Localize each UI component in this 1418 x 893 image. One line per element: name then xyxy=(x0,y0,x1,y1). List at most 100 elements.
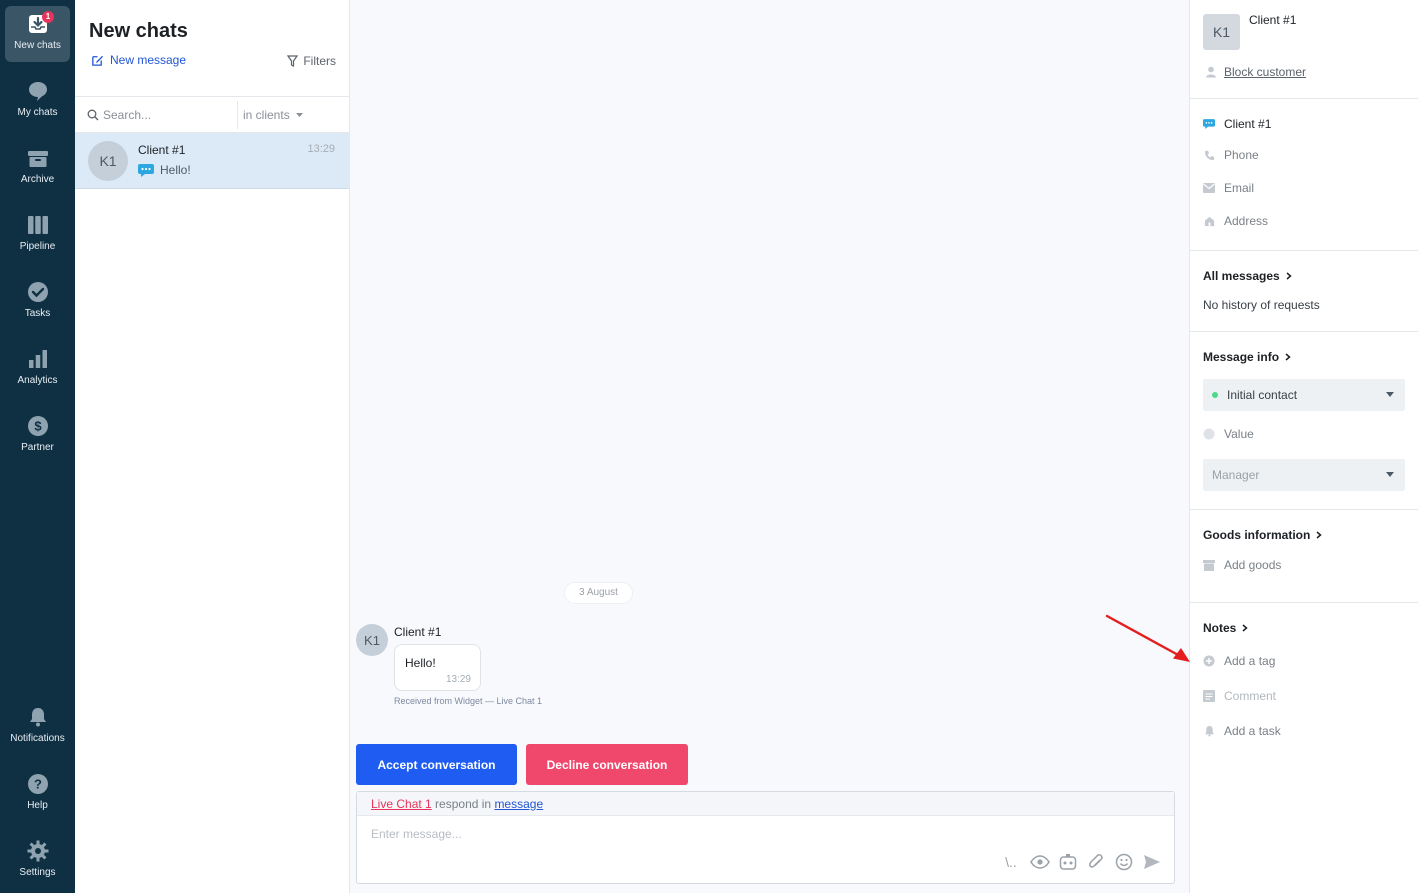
nav-item-analytics[interactable]: Analytics xyxy=(5,341,70,397)
no-history-text: No history of requests xyxy=(1203,298,1320,312)
new-message-label: New message xyxy=(110,53,187,67)
section-title: Goods information xyxy=(1203,528,1311,542)
nav-item-label: Archive xyxy=(20,174,55,185)
search-scope-dropdown[interactable]: in clients xyxy=(237,101,303,129)
nav-item-my-chats[interactable]: My chats xyxy=(5,73,70,129)
new-message-button[interactable]: New message xyxy=(91,53,186,67)
nav-item-pipeline[interactable]: Pipeline xyxy=(5,207,70,263)
section-title: Message info xyxy=(1203,350,1280,364)
filter-icon xyxy=(287,55,299,67)
filters-button[interactable]: Filters xyxy=(287,54,336,68)
email-field[interactable]: Email xyxy=(1203,181,1254,195)
nav-item-label: Pipeline xyxy=(19,241,56,252)
search-icon xyxy=(87,109,99,121)
all-messages-header[interactable]: All messages xyxy=(1203,269,1292,283)
nav-item-notifications[interactable]: Notifications xyxy=(5,699,70,755)
nav-item-label: Settings xyxy=(19,867,56,878)
svg-text:?: ? xyxy=(34,777,42,792)
pipeline-icon xyxy=(27,216,48,234)
search-scope-label: in clients xyxy=(243,108,290,122)
chat-time: 13:29 xyxy=(307,143,335,155)
chat-list-panel: New chats New message Filters in clients xyxy=(75,0,350,893)
attach-button[interactable] xyxy=(1086,852,1106,872)
phone-label: Phone xyxy=(1224,148,1259,162)
add-goods-button[interactable]: Add goods xyxy=(1203,558,1281,572)
phone-field[interactable]: Phone xyxy=(1203,148,1259,162)
chevron-down-icon xyxy=(1386,392,1394,397)
templates-button[interactable]: \.. xyxy=(1000,852,1022,872)
client-name: Client #1 xyxy=(1249,13,1297,27)
bell-icon xyxy=(1203,725,1215,737)
list-item[interactable]: K1 Client #1 13:29 Hello! xyxy=(75,133,349,189)
live-chat-icon xyxy=(1203,118,1215,130)
emoji-button[interactable] xyxy=(1114,852,1134,872)
nav-item-archive[interactable]: Archive xyxy=(5,140,70,196)
contact-name: Client #1 xyxy=(1224,117,1272,131)
nav-item-label: Partner xyxy=(21,442,54,453)
nav-item-partner[interactable]: $ Partner xyxy=(5,408,70,464)
preview-button[interactable] xyxy=(1030,852,1050,872)
message-text: Hello! xyxy=(405,656,436,670)
check-circle-icon xyxy=(27,282,48,302)
manager-select[interactable]: Manager xyxy=(1203,459,1405,491)
notes-header[interactable]: Notes xyxy=(1203,621,1248,635)
decline-conversation-button[interactable]: Decline conversation xyxy=(526,744,688,785)
search-input[interactable] xyxy=(103,105,233,125)
chevron-down-icon xyxy=(1386,472,1394,477)
stage-select[interactable]: Initial contact xyxy=(1203,379,1405,411)
value-field[interactable]: Value xyxy=(1203,427,1254,441)
chevron-right-icon xyxy=(1316,531,1322,539)
archive-icon xyxy=(27,151,48,167)
add-tag-button[interactable]: Add a tag xyxy=(1203,654,1275,668)
gear-icon xyxy=(27,840,48,862)
contact-name-row[interactable]: Client #1 xyxy=(1203,117,1271,131)
chevron-right-icon xyxy=(1285,353,1291,361)
channel-link[interactable]: Live Chat 1 xyxy=(371,797,432,811)
message-source: Received from Widget — Live Chat 1 xyxy=(394,696,543,706)
send-button[interactable] xyxy=(1142,852,1162,872)
accept-conversation-button[interactable]: Accept conversation xyxy=(356,744,517,785)
nav-item-help[interactable]: ? Help xyxy=(5,766,70,822)
nav-item-label: Help xyxy=(27,800,48,811)
divider xyxy=(1190,509,1418,510)
status-dot xyxy=(1212,392,1218,398)
bot-button[interactable] xyxy=(1058,852,1078,872)
nav-item-settings[interactable]: Settings xyxy=(5,833,70,889)
comment-icon xyxy=(1203,690,1215,702)
address-label: Address xyxy=(1224,214,1269,228)
client-details-panel: K1 Client #1 Block customer Client #1 Ph… xyxy=(1189,0,1418,893)
add-goods-label: Add goods xyxy=(1224,558,1282,572)
message-input[interactable] xyxy=(371,824,1151,844)
message-mode-link[interactable]: message xyxy=(494,797,543,811)
smiley-icon xyxy=(1115,853,1133,871)
user-block-icon xyxy=(1206,66,1216,78)
respond-in-text: respond in xyxy=(435,797,492,811)
help-icon: ? xyxy=(27,774,48,794)
send-icon xyxy=(1144,855,1160,869)
goods-information-header[interactable]: Goods information xyxy=(1203,528,1322,542)
svg-text:$: $ xyxy=(34,419,42,434)
conversation-pane: 3 August K1 Client #1 Hello! 13:29 Recei… xyxy=(350,0,1189,893)
add-task-label: Add a task xyxy=(1224,724,1281,738)
add-tag-label: Add a tag xyxy=(1224,654,1276,668)
nav-item-new-chats[interactable]: 1 New chats xyxy=(5,6,70,62)
box-icon xyxy=(1203,559,1215,571)
comment-input[interactable]: Comment xyxy=(1203,689,1276,703)
chat-preview: Hello! xyxy=(138,163,191,177)
sidebar-nav: 1 New chats My chats Archive Pipeline Ta… xyxy=(0,0,75,893)
address-field[interactable]: Address xyxy=(1203,214,1268,228)
nav-item-tasks[interactable]: Tasks xyxy=(5,274,70,330)
divider xyxy=(1190,98,1418,99)
paperclip-icon xyxy=(1089,854,1103,868)
message-info-header[interactable]: Message info xyxy=(1203,350,1291,364)
live-chat-icon xyxy=(138,163,154,177)
avatar: K1 xyxy=(1203,14,1240,50)
app-window: 1 New chats My chats Archive Pipeline Ta… xyxy=(0,0,1418,893)
building-icon xyxy=(1203,215,1215,227)
divider xyxy=(1190,250,1418,251)
nav-item-label: Tasks xyxy=(24,308,51,319)
message-sender: Client #1 xyxy=(394,625,442,639)
value-label: Value xyxy=(1224,427,1254,441)
block-customer-link[interactable]: Block customer xyxy=(1206,65,1306,79)
add-task-button[interactable]: Add a task xyxy=(1203,724,1281,738)
